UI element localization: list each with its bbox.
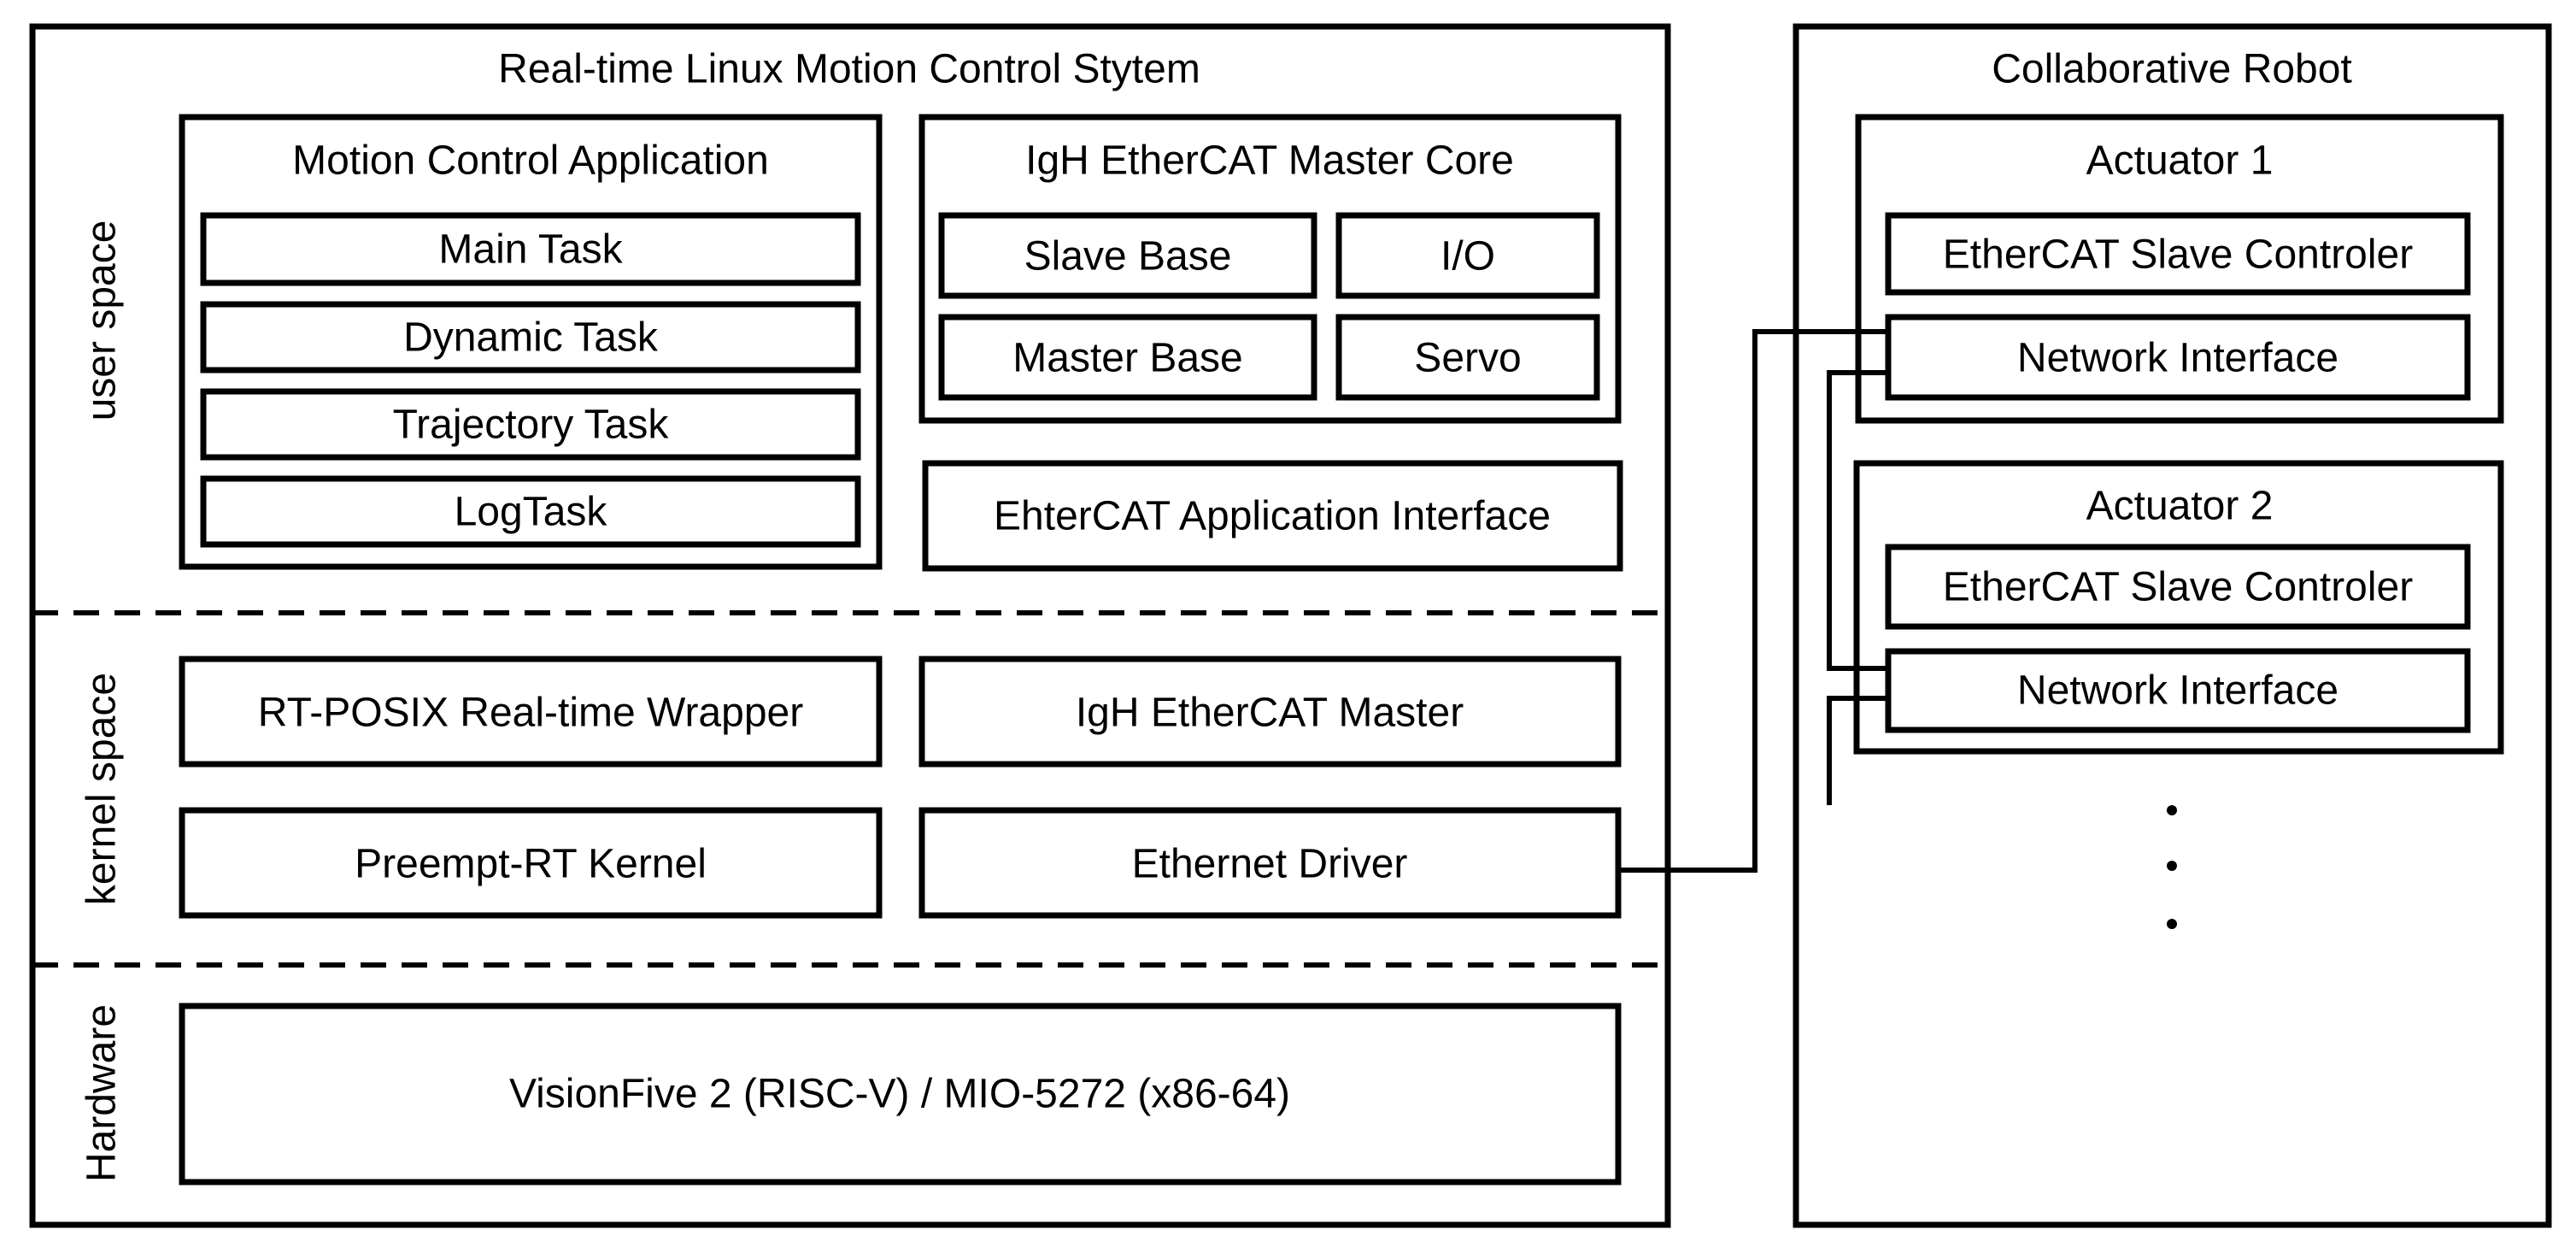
slave-controller-2: EtherCAT Slave Controler bbox=[1943, 565, 2413, 610]
actuator-1-title: Actuator 1 bbox=[2086, 138, 2274, 184]
igh-master-core: IgH EtherCAT Master Core Slave Base I/O … bbox=[918, 114, 1622, 424]
architecture-diagram: Real-time Linux Motion Control Stytem us… bbox=[29, 23, 2552, 1228]
igh-core-title: IgH EtherCAT Master Core bbox=[1025, 138, 1514, 184]
network-interface-2: Network Interface bbox=[2017, 668, 2338, 714]
trajectory-task: Trajectory Task bbox=[393, 403, 670, 448]
robot-title: Collaborative Robot bbox=[1992, 47, 2352, 92]
rt-posix: RT-POSIX Real-time Wrapper bbox=[258, 691, 803, 736]
network-interface-1: Network Interface bbox=[2017, 336, 2338, 381]
servo: Servo bbox=[1414, 336, 1521, 381]
system-title: Real-time Linux Motion Control Stytem bbox=[498, 47, 1200, 92]
kernel-space-label: kernel space bbox=[79, 673, 125, 905]
hardware-platform: VisionFive 2 (RISC-V) / MIO-5272 (x86-64… bbox=[509, 1072, 1290, 1117]
igh-master: IgH EtherCAT Master bbox=[1076, 691, 1464, 736]
motion-control-application: Motion Control Application Main Task Dyn… bbox=[179, 114, 883, 570]
robot-container: Collaborative Robot Actuator 1 EtherCAT … bbox=[1793, 23, 2552, 1228]
io: I/O bbox=[1441, 234, 1495, 279]
preempt-rt: Preempt-RT Kernel bbox=[355, 842, 707, 887]
actuator-2: Actuator 2 EtherCAT Slave Controler Netw… bbox=[1853, 460, 2504, 755]
log-task: LogTask bbox=[455, 490, 608, 535]
actuator-2-title: Actuator 2 bbox=[2086, 484, 2274, 529]
linux-system-container: Real-time Linux Motion Control Stytem us… bbox=[29, 23, 1671, 1228]
app-interface: EhterCAT Application Interface bbox=[994, 494, 1551, 539]
slave-base: Slave Base bbox=[1024, 234, 1232, 279]
motion-app-title: Motion Control Application bbox=[292, 138, 769, 184]
ethernet-driver: Ethernet Driver bbox=[1132, 842, 1408, 887]
dynamic-task: Dynamic Task bbox=[403, 315, 659, 361]
main-task: Main Task bbox=[438, 227, 623, 273]
master-base: Master Base bbox=[1012, 336, 1242, 381]
actuator-1: Actuator 1 EtherCAT Slave Controler Netw… bbox=[1855, 114, 2504, 424]
user-space-label: user space bbox=[79, 221, 125, 421]
hardware-label: Hardware bbox=[79, 1004, 125, 1182]
slave-controller-1: EtherCAT Slave Controler bbox=[1943, 232, 2413, 278]
